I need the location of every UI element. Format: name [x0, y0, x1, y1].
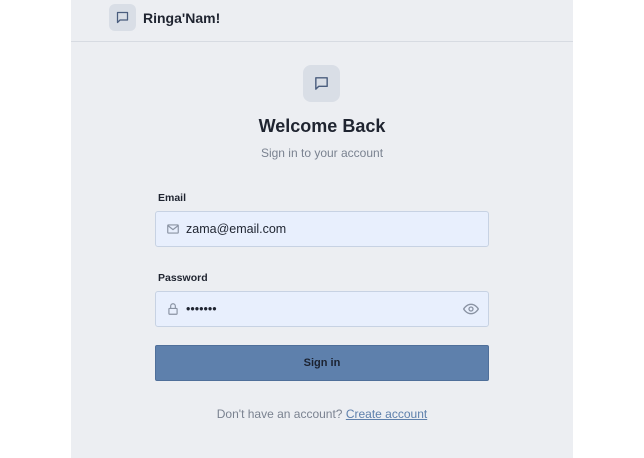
- email-field[interactable]: [155, 211, 489, 247]
- mail-icon: [167, 224, 179, 234]
- chat-bubble-icon: [315, 77, 328, 90]
- email-label: Email: [158, 192, 187, 204]
- email-input[interactable]: [186, 212, 456, 246]
- create-account-link[interactable]: Create account: [346, 407, 427, 421]
- signup-prompt: Don't have an account? Create account: [71, 406, 573, 422]
- password-label: Password: [158, 272, 208, 284]
- page-title: Welcome Back: [258, 116, 386, 136]
- brand-name[interactable]: Ringa'Nam!: [143, 9, 220, 27]
- brand-logo[interactable]: [109, 4, 136, 31]
- page-subtitle: Sign in to your account: [260, 146, 384, 160]
- chat-bubble-icon: [116, 11, 129, 24]
- password-field[interactable]: •••••••: [155, 291, 489, 327]
- lock-icon: [168, 303, 178, 315]
- hero-logo: [303, 65, 340, 102]
- password-input[interactable]: •••••••: [186, 292, 456, 326]
- sign-in-button[interactable]: Sign in: [155, 345, 489, 381]
- eye-icon[interactable]: [463, 302, 479, 316]
- signup-prompt-text: Don't have an account?: [216, 407, 343, 421]
- topbar: Ringa'Nam!: [71, 0, 573, 42]
- app-frame: Ringa'Nam! Welcome Back Sign in to your …: [71, 0, 573, 458]
